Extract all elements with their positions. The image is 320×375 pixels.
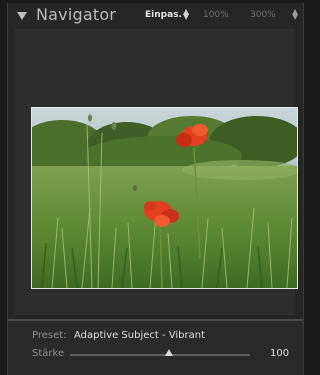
navigator-preview	[15, 29, 298, 315]
preset-label: Preset:	[32, 330, 67, 341]
preset-name[interactable]: Adaptive Subject - Vibrant	[74, 330, 205, 341]
strength-label: Stärke	[32, 348, 65, 359]
up-down-arrows-icon[interactable]: ▲ ▼	[292, 8, 298, 21]
preset-section: Preset: Adaptive Subject - Vibrant Stärk…	[8, 321, 303, 375]
navigator-panel: Navigator Einpas. ▲ ▼ 100% 300% ▲ ▼ Pres…	[7, 3, 304, 375]
zoom-100-option[interactable]: 100%	[203, 10, 229, 20]
zoom-fit-option[interactable]: Einpas.	[145, 10, 182, 20]
navigator-header[interactable]: Navigator Einpas. ▲ ▼ 100% 300% ▲ ▼	[8, 3, 303, 29]
poppy-field-photo	[32, 108, 297, 288]
strength-value[interactable]: 100	[270, 348, 289, 359]
strength-slider[interactable]	[70, 349, 250, 356]
slider-thumb[interactable]	[165, 349, 173, 356]
triangle-down-icon[interactable]	[17, 12, 27, 20]
zoom-300-option[interactable]: 300%	[250, 10, 276, 20]
panel-title: Navigator	[36, 5, 117, 24]
photo-preview[interactable]	[31, 107, 298, 289]
up-down-arrows-icon[interactable]: ▲ ▼	[183, 8, 189, 21]
